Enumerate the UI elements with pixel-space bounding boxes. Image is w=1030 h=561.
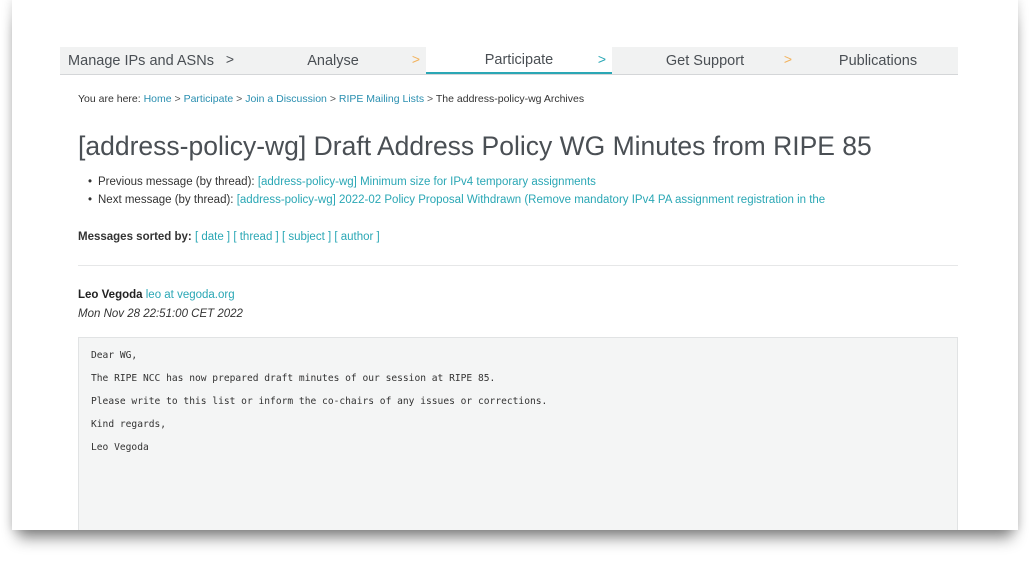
next-message-label: Next message (by thread):	[98, 194, 234, 206]
breadcrumb-join-discussion-link[interactable]: Join a Discussion	[245, 93, 327, 105]
previous-message-item: • Previous message (by thread): [address…	[88, 176, 825, 194]
nav-item-label: Analyse	[307, 52, 359, 69]
chevron-right-icon: >	[597, 51, 606, 67]
nav-item-analyse[interactable]: Analyse >	[240, 47, 426, 74]
thread-nav: • Previous message (by thread): [address…	[88, 176, 825, 212]
chevron-right-icon: >	[783, 51, 792, 67]
bullet-icon: •	[88, 194, 93, 206]
previous-message-label: Previous message (by thread):	[98, 176, 255, 188]
nav-item-get-support[interactable]: Get Support >	[612, 47, 798, 74]
message-body-line: The RIPE NCC has now prepared draft minu…	[91, 373, 496, 384]
breadcrumb: You are here: Home > Participate > Join …	[78, 93, 584, 105]
sort-by-date-link[interactable]: [ date ]	[195, 231, 230, 243]
next-message-link[interactable]: [address-policy-wg] 2022-02 Policy Propo…	[237, 194, 825, 206]
sort-label: Messages sorted by:	[78, 231, 192, 243]
message-body-line: Dear WG,	[91, 350, 138, 361]
message-body: Dear WG, The RIPE NCC has now prepared d…	[78, 337, 958, 530]
breadcrumb-home-link[interactable]: Home	[144, 93, 172, 105]
divider	[78, 265, 958, 266]
previous-message-link[interactable]: [address-policy-wg] Minimum size for IPv…	[258, 176, 596, 188]
nav-item-label: Participate	[484, 51, 554, 68]
chevron-right-icon: >	[225, 51, 234, 67]
page-title: [address-policy-wg] Draft Address Policy…	[78, 131, 872, 161]
breadcrumb-separator: >	[174, 93, 181, 105]
breadcrumb-separator: >	[427, 93, 434, 105]
nav-item-label: Manage IPs and ASNs	[68, 52, 214, 69]
nav-item-label: Get Support	[665, 52, 745, 69]
message-body-line: Kind regards,	[91, 419, 167, 430]
author-name: Leo Vegoda	[78, 289, 143, 301]
message-body-line: Leo Vegoda	[91, 442, 149, 453]
nav-item-publications[interactable]: Publications	[798, 47, 958, 74]
main-nav: Manage IPs and ASNs > Analyse > Particip…	[60, 47, 958, 75]
next-message-item: • Next message (by thread): [address-pol…	[88, 194, 825, 212]
bullet-icon: •	[88, 176, 93, 188]
chevron-right-icon: >	[411, 51, 420, 67]
sort-by-author-link[interactable]: [ author ]	[334, 231, 379, 243]
breadcrumb-separator: >	[329, 93, 336, 105]
nav-item-label: Publications	[838, 52, 918, 69]
author-email-link[interactable]: leo at vegoda.org	[146, 289, 235, 301]
message-body-line: Please write to this list or inform the …	[91, 396, 548, 407]
screenshot-frame: Manage IPs and ASNs > Analyse > Particip…	[12, 0, 1018, 530]
breadcrumb-current: The address-policy-wg Archives	[435, 93, 585, 105]
sort-options: Messages sorted by: [ date ] [ thread ] …	[78, 231, 380, 243]
sort-by-thread-link[interactable]: [ thread ]	[233, 231, 278, 243]
breadcrumb-participate-link[interactable]: Participate	[184, 93, 234, 105]
breadcrumb-prefix: You are here:	[78, 93, 141, 105]
breadcrumb-mailing-lists-link[interactable]: RIPE Mailing Lists	[339, 93, 424, 105]
breadcrumb-separator: >	[236, 93, 243, 105]
sort-by-subject-link[interactable]: [ subject ]	[282, 231, 331, 243]
message-author: Leo Vegoda leo at vegoda.org	[78, 289, 235, 301]
nav-item-manage-ips[interactable]: Manage IPs and ASNs >	[60, 47, 240, 74]
message-date: Mon Nov 28 22:51:00 CET 2022	[78, 308, 243, 320]
nav-item-participate[interactable]: Participate >	[426, 47, 612, 74]
